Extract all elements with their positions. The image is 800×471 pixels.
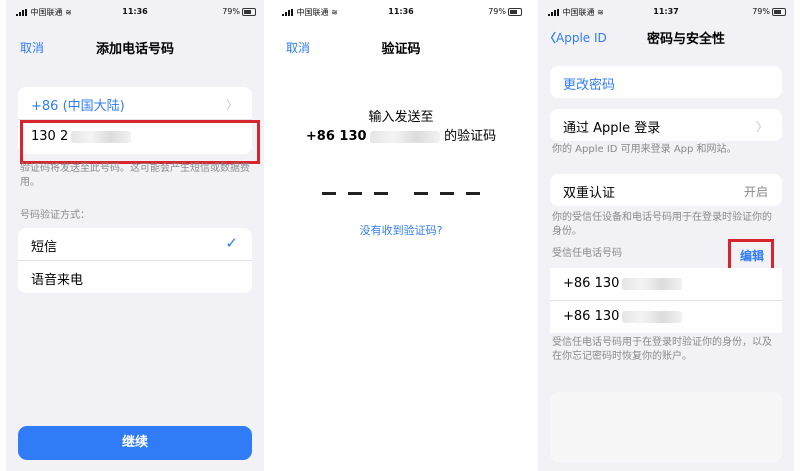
method-voice-label: 语音来电 xyxy=(31,273,84,288)
redacted-digits xyxy=(622,277,683,290)
code-slot xyxy=(374,192,388,195)
page-title: 添加电话号码 xyxy=(95,42,174,57)
highlight-box xyxy=(20,120,260,164)
code-entry-field[interactable] xyxy=(322,192,482,202)
checkmark-icon: ✓ xyxy=(225,234,238,252)
status-bar: 中国联通 ≋ 11:36 79% xyxy=(6,0,264,22)
code-slot xyxy=(414,192,428,195)
two-factor-group: 双重认证 开启 xyxy=(550,174,782,206)
battery-icon xyxy=(242,8,256,16)
highlight-box xyxy=(728,239,774,271)
trusted-note: 受信任电话号码用于在登录时验证你的身份，以及在你忘记密码时恢复你的账户。 xyxy=(552,337,772,362)
battery-percent: 79% xyxy=(222,7,240,16)
code-slot xyxy=(322,192,336,195)
sign-in-apple-row[interactable]: 通过 Apple 登录 〉 xyxy=(550,109,782,141)
no-code-link[interactable]: 没有收到验证码? xyxy=(272,222,530,238)
code-slot xyxy=(348,192,362,195)
chevron-left-icon: 〈 xyxy=(544,31,557,45)
page-title: 验证码 xyxy=(381,42,421,57)
prompt-line1: 输入发送至 xyxy=(368,110,434,125)
add-phone-screen: 中国联通 ≋ 11:36 79% 取消 添加电话号码 +86 (中国大陆) 〉 … xyxy=(6,0,264,471)
method-group: 短信 ✓ 语音来电 xyxy=(18,228,252,293)
country-label: +86 (中国大陆) xyxy=(31,99,125,114)
method-label: 号码验证方式： xyxy=(20,210,90,221)
two-factor-label: 双重认证 xyxy=(563,186,616,201)
method-voice[interactable]: 语音来电 xyxy=(18,260,252,293)
page-title: 密码与安全性 xyxy=(646,32,725,47)
battery-icon xyxy=(772,8,786,16)
two-factor-note: 你的受信任设备和电话号码用于在登录时验证你的身份。 xyxy=(552,212,772,237)
battery-percent: 79% xyxy=(488,7,506,16)
status-bar: 中国联通 ≋ 11:36 79% xyxy=(272,0,530,22)
two-factor-status: 开启 xyxy=(743,185,768,199)
trusted-number: +86 130 xyxy=(563,276,683,291)
chevron-right-icon: 〉 xyxy=(755,120,768,134)
chevron-right-icon: 〉 xyxy=(225,98,238,112)
method-sms[interactable]: 短信 ✓ xyxy=(18,228,252,260)
password-security-screen: 中国联通 ≋ 11:37 79% 〈Apple ID 密码与安全性 更改密码 通… xyxy=(538,0,794,471)
trusted-number: +86 130 xyxy=(563,309,683,324)
redacted-digits xyxy=(369,130,440,143)
code-slot xyxy=(466,192,480,195)
nav-bar: 〈Apple ID 密码与安全性 xyxy=(538,18,794,54)
blurred-section xyxy=(550,392,782,462)
code-slot xyxy=(440,192,454,195)
change-password-group: 更改密码 xyxy=(550,66,782,98)
sign-in-apple-label: 通过 Apple 登录 xyxy=(563,121,661,136)
battery-icon xyxy=(508,8,522,16)
redacted-digits xyxy=(622,310,683,323)
sign-in-note: 你的 Apple ID 可用来登录 App 和网站。 xyxy=(552,144,737,155)
trusted-number-row[interactable]: +86 130 xyxy=(550,300,782,333)
method-sms-label: 短信 xyxy=(31,240,58,255)
trusted-numbers-list: +86 130 +86 130 xyxy=(550,268,782,333)
battery-percent: 79% xyxy=(752,7,770,16)
phone-note: 验证码将发送至此号码。这可能会产生短信或数据费用。 xyxy=(20,163,250,188)
change-password-button[interactable]: 更改密码 xyxy=(550,66,782,98)
verification-screen: 中国联通 ≋ 11:36 79% 取消 验证码 输入发送至 +86 130 的验… xyxy=(272,0,530,471)
prompt-line2: +86 130 的验证码 xyxy=(305,129,497,144)
two-factor-row[interactable]: 双重认证 开启 xyxy=(550,174,782,206)
sign-in-apple-group: 通过 Apple 登录 〉 xyxy=(550,109,782,141)
continue-button[interactable]: 继续 xyxy=(18,426,252,460)
nav-bar: 取消 添加电话号码 xyxy=(6,28,264,64)
trusted-number-row[interactable]: +86 130 xyxy=(550,268,782,300)
nav-bar: 取消 验证码 xyxy=(272,28,530,64)
country-selector[interactable]: +86 (中国大陆) 〉 xyxy=(18,87,252,119)
